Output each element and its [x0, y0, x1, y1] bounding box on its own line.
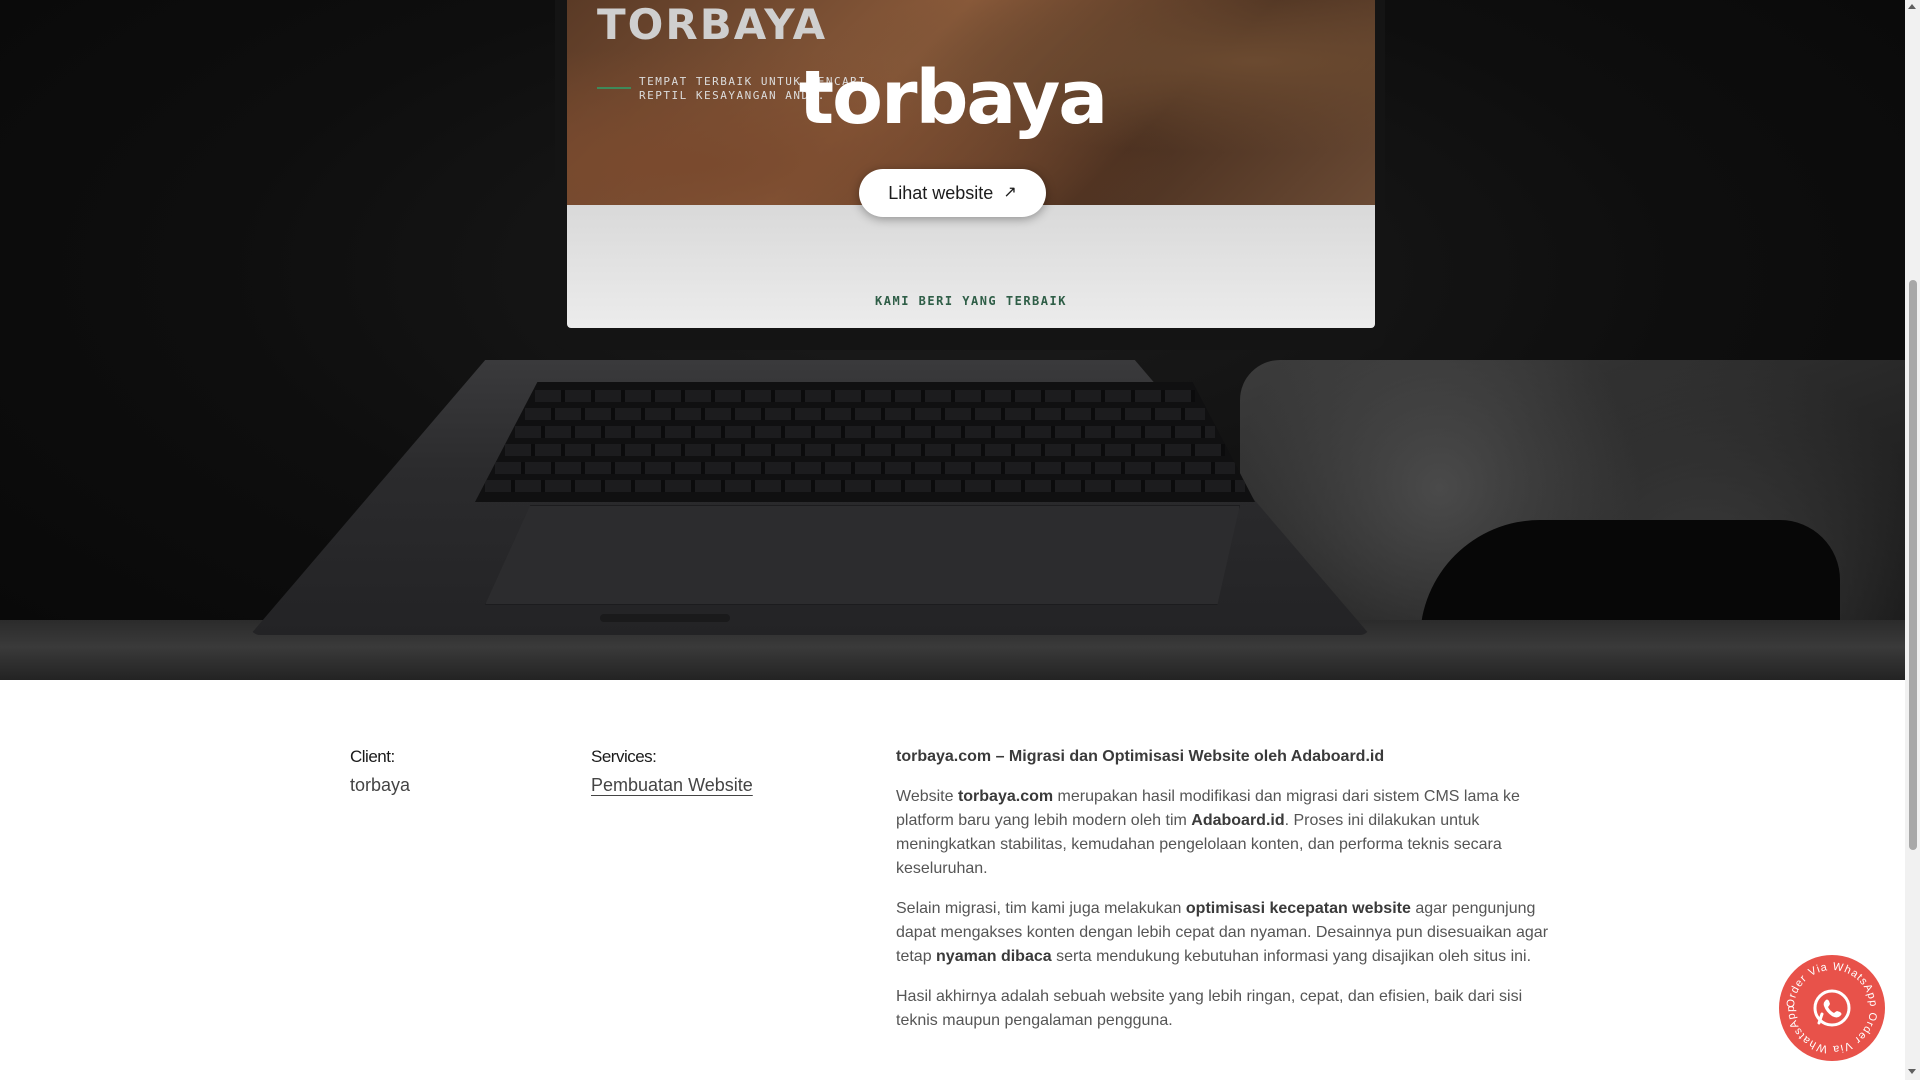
keyboard-row: [535, 390, 1195, 402]
screen-white-section: [567, 205, 1375, 328]
screen-brand-logo: TORBAYA: [597, 0, 828, 49]
arrow-up-right-icon: ↗: [1003, 184, 1017, 201]
paragraph-strong: Adaboard.id: [1191, 812, 1285, 829]
keyboard-row: [515, 426, 1215, 438]
paragraph-text: Selain migrasi, tim kami juga melakukan: [896, 900, 1186, 917]
whatsapp-badge-graphic: Order Via WhatsApp Order Via WhatsApp: [1779, 955, 1885, 1061]
screen-footer-text: KAMI BERI YANG TERBAIK: [875, 294, 1067, 308]
services-link[interactable]: Pembuatan Website: [591, 775, 753, 796]
services-label: Services:: [591, 747, 657, 766]
scroll-down-arrow-icon[interactable]: [1908, 1069, 1916, 1074]
paragraph-strong: optimisasi kecepatan website: [1185, 900, 1411, 917]
article-paragraph: Hasil akhirnya adalah sebuah website yan…: [896, 988, 1523, 1029]
keyboard-row: [485, 480, 1245, 492]
paragraph-strong: torbaya.com: [957, 788, 1054, 805]
hero-section: TORBAYA TEMPAT TERBAIK UNTUK MENCARI REP…: [0, 0, 1905, 680]
keyboard-row: [525, 408, 1205, 420]
paragraph-text: serta mendukung kebutuhan informasi yang…: [1051, 948, 1532, 965]
project-description: torbaya.com – Migrasi dan Optimisasi Web…: [896, 745, 1556, 1049]
keyboard-row: [505, 444, 1225, 456]
laptop-keyboard: [475, 382, 1255, 502]
article-heading: torbaya.com – Migrasi dan Optimisasi Web…: [896, 748, 1385, 765]
laptop-trackpad: [485, 505, 1240, 605]
scrollbar-thumb[interactable]: [1909, 280, 1917, 850]
view-website-button[interactable]: Lihat website ↗: [859, 169, 1046, 217]
view-website-label: Lihat website: [888, 182, 994, 203]
article-paragraph: Website torbaya.com merupakan hasil modi…: [896, 785, 1556, 881]
client-value: torbaya: [350, 775, 411, 795]
keyboard-row: [495, 462, 1235, 474]
scroll-up-arrow-icon[interactable]: [1908, 4, 1916, 9]
laptop-screen: TORBAYA TEMPAT TERBAIK UNTUK MENCARI REP…: [567, 0, 1375, 328]
client-label: Client:: [350, 747, 395, 766]
page: TORBAYA TEMPAT TERBAIK UNTUK MENCARI REP…: [0, 0, 1920, 1080]
laptop-notch: [600, 614, 730, 622]
article-paragraph: Selain migrasi, tim kami juga melakukan …: [896, 897, 1556, 969]
paragraph-text: Website: [896, 788, 958, 805]
hero-title: torbaya: [798, 55, 1109, 141]
whatsapp-order-button[interactable]: Order Via WhatsApp Order Via WhatsApp: [1778, 954, 1886, 1062]
paragraph-strong: nyaman dibaca: [936, 948, 1052, 965]
